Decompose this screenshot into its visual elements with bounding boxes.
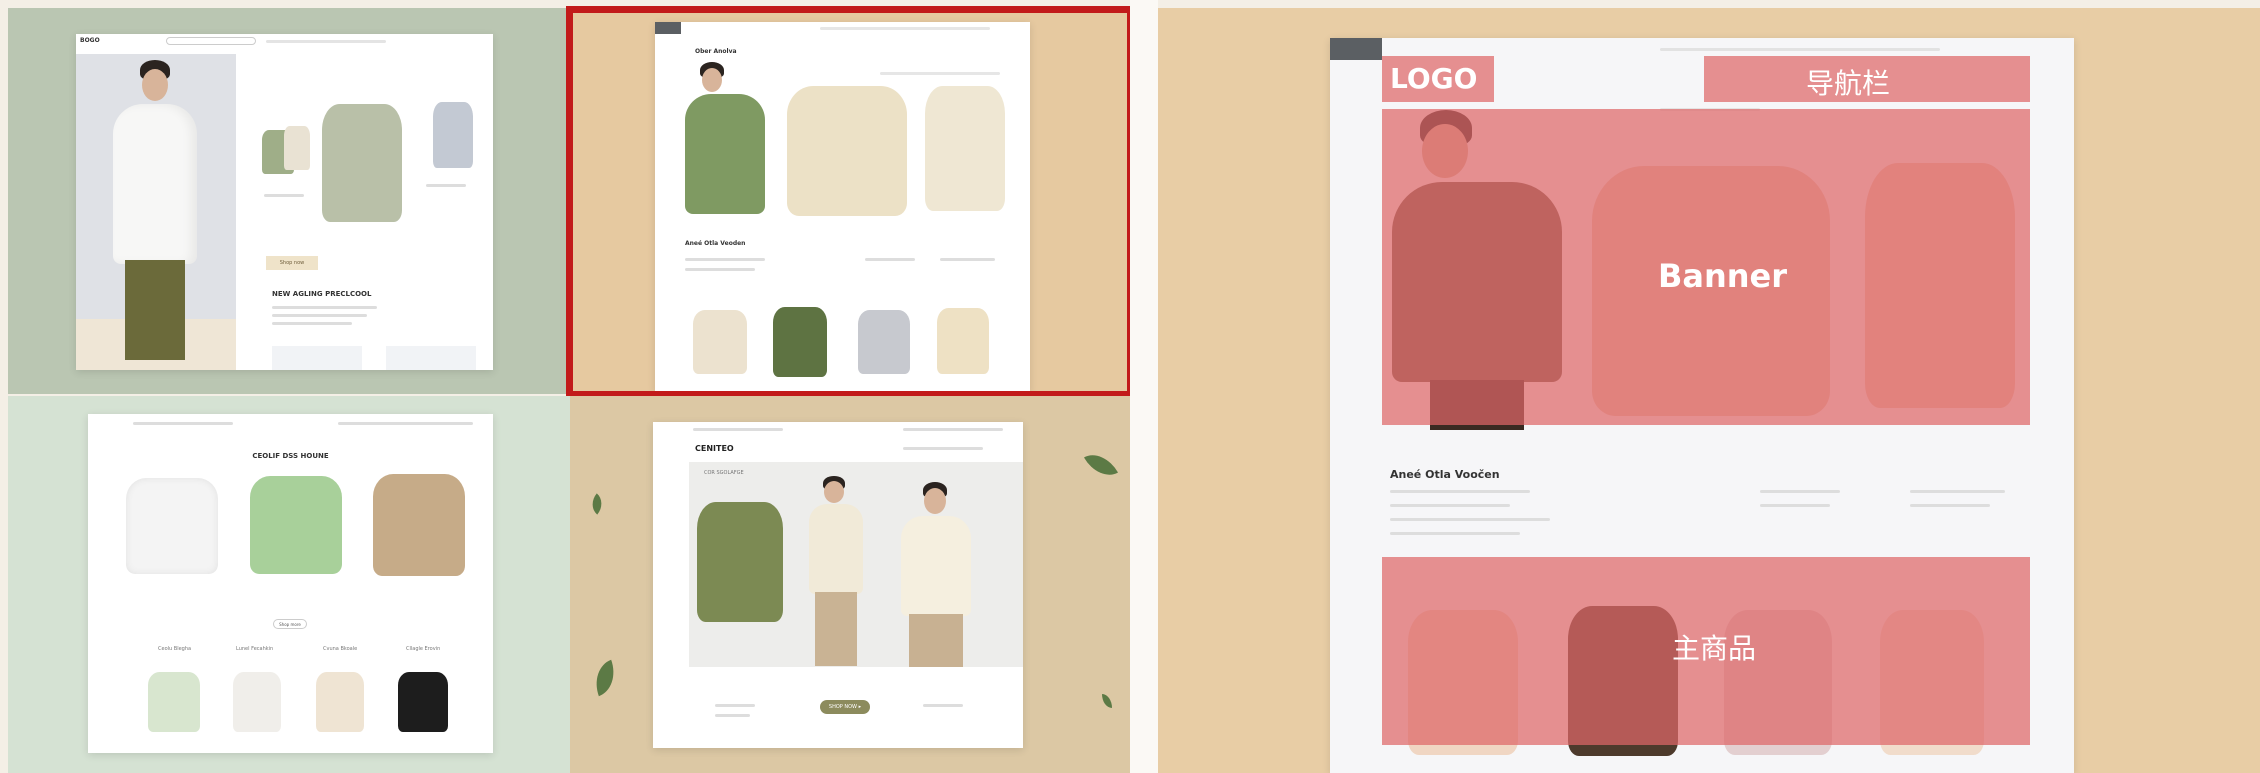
mockup-a-shop-button[interactable]: Shop now	[266, 256, 318, 270]
mockup-d-hero: COR SGOLAFGE	[689, 462, 1023, 667]
caption-1: Ceolu Blegha	[158, 646, 192, 652]
mockup-d: CENITEO COR SGOLAFGE SHOP NOW ▸	[653, 422, 1023, 748]
dark-tab	[1330, 38, 1382, 60]
main-products-overlay-label: 主商品	[1672, 632, 1757, 665]
mockup-c-button[interactable]: Shop more	[273, 619, 307, 629]
mockup-a-thumb-2[interactable]	[386, 346, 476, 370]
product-white-shirt-small[interactable]	[233, 672, 281, 732]
caption-2: Lunel Fecahkin	[236, 646, 274, 652]
mockup-a-heading: NEW AGLING PRECLCOOL	[272, 290, 372, 298]
mockup-c-captions: Ceolu Blegha Lunel Fecahkin Cvuna Bkoale…	[88, 646, 493, 656]
main-products-overlay: 主商品	[1382, 557, 2030, 745]
product-olive-hanging[interactable]	[697, 502, 783, 622]
product-white-tee[interactable]	[126, 478, 218, 574]
divider	[1130, 0, 1158, 773]
caption-3: Cvuna Bkoale	[323, 646, 358, 652]
mockup-a-search[interactable]	[166, 37, 256, 45]
mockup-d-sub: COR SGOLAFGE	[704, 470, 744, 476]
product-mint-shirt[interactable]	[250, 476, 342, 574]
mockup-a-logo: BOGO	[80, 37, 100, 44]
mockup-c-heading: CEOLIF DSS HOUNE	[252, 452, 329, 460]
product-cream-shirt-small[interactable]	[316, 672, 364, 732]
caption-4: Cllagle Erovin	[406, 646, 441, 652]
mockup-a-thumb-1[interactable]	[272, 346, 362, 370]
nav-overlay: 导航栏	[1704, 56, 2030, 102]
mockup-d-brand: CENITEO	[695, 444, 734, 453]
banner-overlay-label: Banner	[1658, 257, 1788, 295]
logo-overlay-label: LOGO	[1390, 62, 1478, 95]
product-grey[interactable]	[433, 102, 473, 168]
product-black-shirt[interactable]	[398, 672, 448, 732]
product-khaki-shirt[interactable]	[373, 474, 465, 576]
leaf-decoration	[586, 493, 608, 515]
banner-overlay: Banner	[1382, 109, 2030, 425]
mockup-c: CEOLIF DSS HOUNE Shop more Ceolu Blegha …	[88, 414, 493, 753]
model-white-shirt	[91, 60, 216, 360]
panel-a: BOGO Shop now NEW AGLING PRECLCOOL	[8, 8, 570, 394]
annotated-section-title: Aneé Otla Voočen	[1390, 468, 1500, 481]
model-cream-shirt	[801, 476, 871, 666]
leaf-decoration	[1083, 446, 1119, 484]
logo-overlay: LOGO	[1382, 56, 1494, 102]
product-beige-small[interactable]	[284, 126, 310, 170]
panel-d: CENITEO COR SGOLAFGE SHOP NOW ▸	[570, 396, 1130, 773]
nav-overlay-label: 导航栏	[1806, 67, 1891, 100]
product-sage-main[interactable]	[322, 104, 402, 222]
panel-b: Ober Anolva Aneé Otla Veoden	[566, 6, 1134, 398]
selection-highlight-frame	[566, 6, 1134, 398]
mockup-a: BOGO Shop now NEW AGLING PRECLCOOL	[76, 34, 493, 370]
leaf-decoration	[1102, 694, 1112, 708]
annotated-panel: Aneé Otla Voočen LOGO 导航栏 Banner 主商品	[1158, 8, 2260, 773]
product-floral-shirt[interactable]	[148, 672, 200, 732]
panel-c: CEOLIF DSS HOUNE Shop more Ceolu Blegha …	[8, 396, 570, 773]
mockup-d-shop-button[interactable]: SHOP NOW ▸	[820, 700, 870, 714]
leaf-decoration	[588, 659, 622, 697]
model-ivory-shirt	[889, 482, 979, 667]
